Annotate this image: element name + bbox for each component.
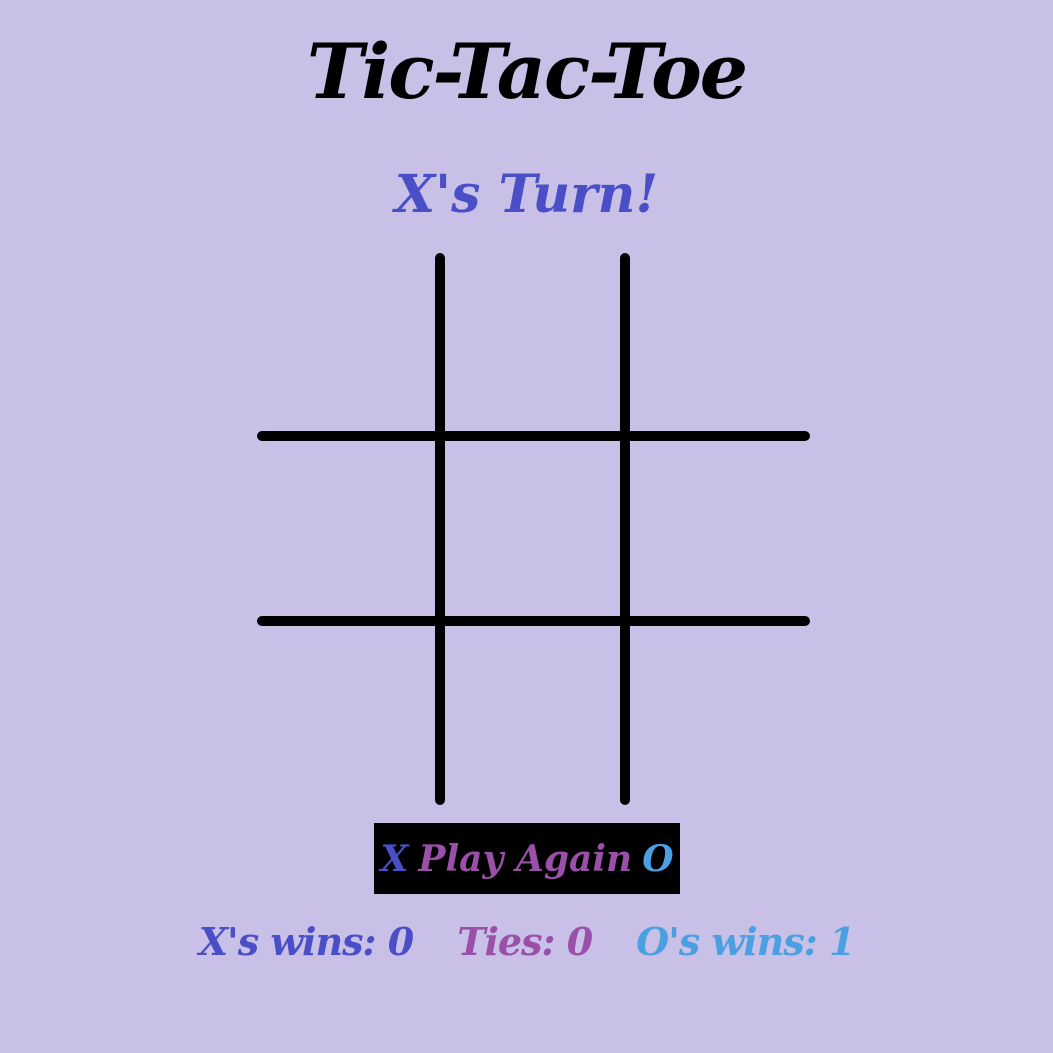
board-cell-1[interactable]	[256, 252, 439, 435]
game-board	[256, 252, 811, 807]
page-title: Tic-Tac-Toe	[306, 27, 748, 116]
play-again-x-mark: X	[380, 837, 409, 880]
board-cell-3[interactable]	[628, 252, 811, 435]
scoreboard: X's wins: 0 Ties: 0 O's wins: 1	[0, 912, 1053, 972]
turn-indicator: X's Turn!	[394, 164, 659, 225]
board-cell-4[interactable]	[256, 438, 439, 621]
ties-score: Ties: 0	[457, 919, 593, 964]
board-cell-8[interactable]	[442, 624, 625, 807]
o-wins-score: O's wins: 1	[636, 919, 855, 964]
play-again-button[interactable]: X Play Again O	[374, 823, 680, 894]
board-cell-2[interactable]	[442, 252, 625, 435]
board-cell-6[interactable]	[628, 438, 811, 621]
play-again-label: Play Again	[418, 837, 633, 880]
board-cell-5[interactable]	[442, 438, 625, 621]
play-again-o-mark: O	[642, 837, 674, 880]
x-wins-score: X's wins: 0	[198, 919, 415, 964]
board-cell-9[interactable]	[628, 624, 811, 807]
board-cell-7[interactable]	[256, 624, 439, 807]
